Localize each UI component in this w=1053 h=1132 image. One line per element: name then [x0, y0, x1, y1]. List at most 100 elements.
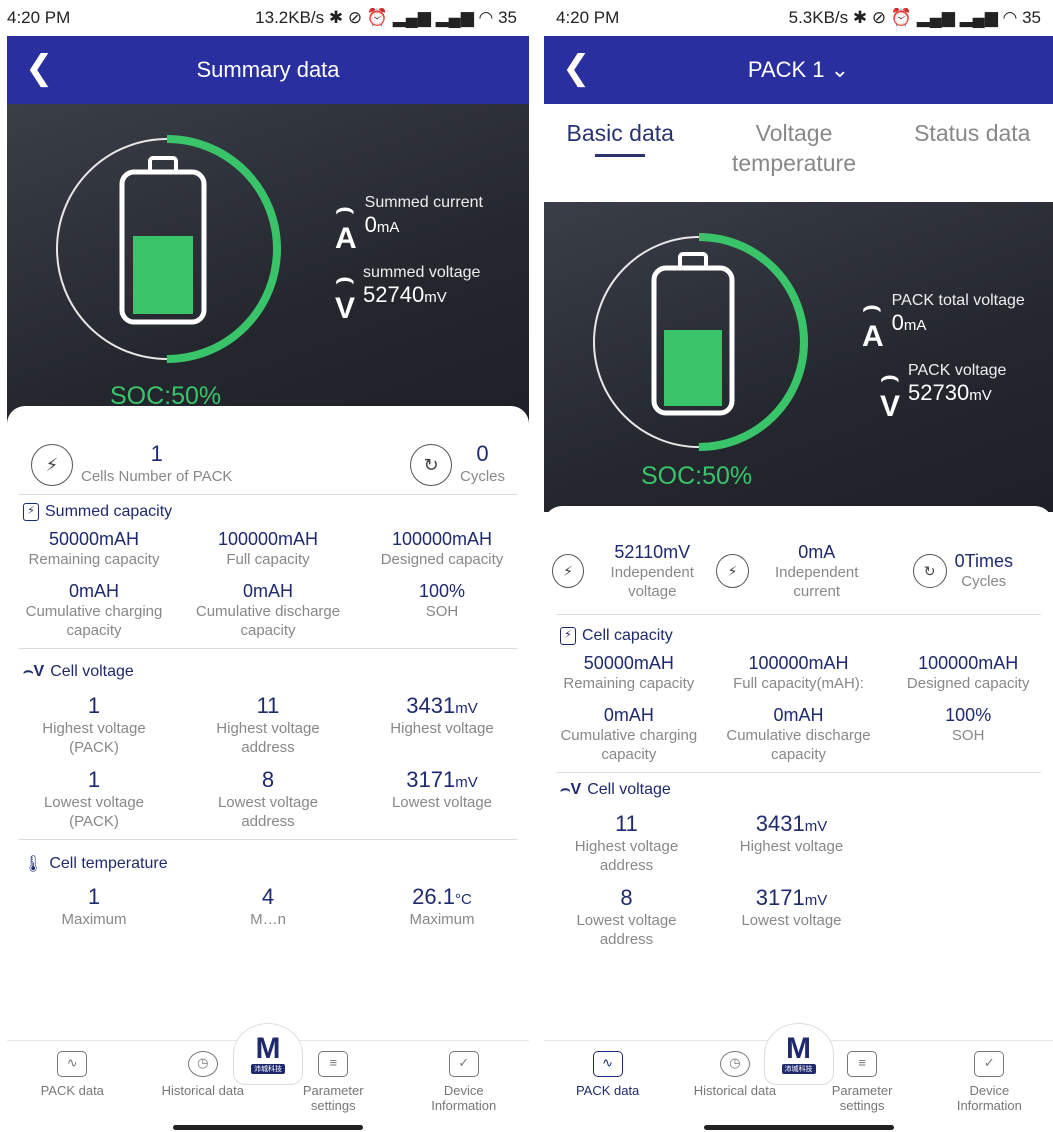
cap-value: 100000mAH — [748, 653, 849, 673]
cycles-label: Cycles — [459, 468, 505, 485]
tab-basic-data[interactable]: Basic data — [567, 118, 674, 157]
cap-label: SOH — [951, 727, 985, 744]
title-bar: ❮ PACK 1 ⌄ — [544, 36, 1053, 104]
voltage-bolt-icon: ⚡ — [552, 554, 585, 588]
cap-label: Cumulative discharge capacity — [195, 603, 341, 639]
battery-fill — [664, 330, 722, 406]
volt-value: 3431 — [755, 811, 805, 836]
top-value: 52110mV — [614, 541, 691, 562]
status-time: 4:20 PM — [556, 8, 620, 27]
cap-value: 0mAH — [242, 581, 293, 601]
volt-label: Highest voltage — [390, 720, 494, 737]
battery-cell-icon: ⚡ — [31, 444, 73, 486]
cap-value: 0mAH — [603, 705, 654, 725]
voltage-row-1: 11 Highest voltage address 3431mV Highest … — [544, 811, 874, 875]
battery-icon — [651, 252, 735, 416]
volt-value: 8 — [620, 885, 633, 910]
brand-logo-text: 沛城科技 — [251, 1064, 285, 1074]
nav-pack-data[interactable]: ∿ PACK data — [560, 1051, 656, 1098]
status-indicators: 5.3KB/s ✱ ⊘ ⏰ ▂▄▆ ▂▄▆ ◠ 35 — [788, 8, 1041, 27]
cycles-count: 0 — [476, 441, 489, 466]
current-icon: ⌢ A — [335, 192, 357, 255]
voltage-row-2: 8 Lowest voltage address 3171mV Lowest vol… — [544, 885, 874, 949]
volt-label: Highest voltage — [739, 838, 844, 855]
current-icon: ⌢ A — [862, 290, 884, 353]
nav-label: Parameter settings — [302, 1083, 364, 1113]
status-indicators: 13.2KB/s ✱ ⊘ ⏰ ▂▄▆ ▂▄▆ ◠ 35 — [255, 8, 517, 27]
section-label: Summed capacity — [45, 503, 173, 520]
cell-capacity-title: ⚡ Cell capacity — [544, 627, 1053, 645]
independent-row: ⚡ 52110mV Independent voltage ⚡ 0mA Independ… — [544, 506, 1053, 606]
volt-label: Highest voltage address — [574, 838, 679, 874]
cells-label: Cells Number of PACK — [81, 468, 233, 485]
capacity-row-1: 50000mAH Remaining capacity 100000mAH Full… — [7, 529, 529, 569]
metric-unit: mV — [424, 289, 447, 306]
bottom-nav: ∿ PACK data ◷ Historical data M 沛城科技 ≡ Param… — [544, 1023, 1053, 1132]
tab-bar: Basic data Voltage temperature Status da… — [544, 104, 1053, 202]
brand-logo-button[interactable]: M 沛城科技 — [233, 1023, 303, 1085]
cap-value: 0mAH — [773, 705, 824, 725]
temp-label: M…n — [250, 911, 286, 928]
cell-voltage-title: ⌢V Cell voltage — [7, 663, 529, 681]
cap-label: Full capacity — [226, 551, 310, 568]
back-icon[interactable]: ❮ — [562, 50, 591, 86]
section-label: Cell capacity — [582, 627, 673, 644]
metric-value: 0 — [891, 310, 904, 335]
tab-label: Voltage temperature — [732, 120, 857, 176]
settings-doc-icon: ≡ — [318, 1051, 349, 1077]
pulse-icon: ∿ — [592, 1051, 623, 1077]
volt-value: 3171 — [755, 885, 805, 910]
metric-unit: mV — [969, 387, 992, 404]
tab-label: Status data — [914, 120, 1031, 146]
volt-label: Lowest voltage address — [576, 912, 677, 948]
brand-logo-text: 沛城科技 — [781, 1064, 816, 1074]
home-indicator[interactable] — [173, 1125, 363, 1130]
divider — [19, 494, 517, 495]
volt-label: Lowest voltage — [741, 912, 842, 929]
tab-label: Basic data — [566, 120, 674, 146]
pack-selector[interactable]: PACK 1 ⌄ — [748, 57, 849, 83]
voltage-row-1: 1 Highest voltage (PACK) 11 Highest voltag… — [7, 693, 529, 757]
nav-device-information[interactable]: ✓ Device Information — [416, 1051, 512, 1113]
summary-screen: 4:20 PM 13.2KB/s ✱ ⊘ ⏰ ▂▄▆ ▂▄▆ ◠ 35 ❮ Su… — [7, 0, 529, 1132]
summed-voltage-metric: ⌢ V summed voltage 52740mV — [335, 264, 480, 324]
nav-pack-data[interactable]: ∿ PACK data — [24, 1051, 120, 1098]
temp-label: Maximum — [61, 911, 127, 928]
tab-voltage-temperature[interactable]: Voltage temperature — [719, 118, 869, 178]
top-value: 0Times — [954, 551, 1013, 571]
cap-label: SOH — [425, 603, 459, 620]
brand-logo-button[interactable]: M 沛城科技 — [763, 1023, 834, 1085]
clock-icon: ◷ — [719, 1051, 750, 1077]
volt-value: 3171 — [406, 767, 456, 792]
metric-value: 0 — [364, 212, 377, 237]
pack-screen: 4:20 PM 5.3KB/s ✱ ⊘ ⏰ ▂▄▆ ▂▄▆ ◠ 35 ❮ PAC… — [544, 0, 1053, 1132]
top-label: Independent current — [775, 563, 859, 600]
voltage-row-2: 1 Lowest voltage (PACK) 8 Lowest voltage a… — [7, 767, 529, 831]
title-bar: ❮ Summary data — [7, 36, 529, 104]
summary-card: ⚡ 1 Cells Number of PACK ↻ 0 Cycles ⚡ Sum… — [7, 406, 529, 929]
cap-label: Designed capacity — [906, 675, 1030, 692]
home-indicator[interactable] — [703, 1125, 894, 1130]
soc-label: SOC:50% — [641, 462, 753, 490]
pulse-icon: ∿ — [57, 1051, 88, 1077]
volt-unit: mV — [804, 892, 828, 909]
cap-value: 100000mAH — [217, 529, 319, 549]
cap-value: 50000mAH — [48, 529, 140, 549]
nav-label: PACK data — [40, 1083, 104, 1098]
metric-unit: mA — [376, 219, 400, 236]
divider — [19, 839, 517, 840]
cycles-icon: ↻ — [912, 554, 947, 588]
tab-status-data[interactable]: Status data — [914, 118, 1030, 148]
nav-device-information[interactable]: ✓ Device Information — [941, 1051, 1037, 1113]
cap-value: 50000mAH — [583, 653, 674, 673]
back-icon[interactable]: ❮ — [25, 50, 54, 86]
nav-label: Historical data — [161, 1083, 244, 1098]
pack-voltage-metric: ⌢ V PACK voltage 52730mV — [880, 362, 1006, 422]
cap-label: Full capacity(mAH): — [733, 675, 864, 692]
top-label: Independent voltage — [610, 563, 694, 600]
section-label: Cell voltage — [587, 781, 671, 798]
metric-label: Summed current — [364, 194, 483, 211]
cap-label: Designed capacity — [380, 551, 504, 568]
status-time: 4:20 PM — [7, 8, 71, 27]
voltage-small-icon: ⌢V — [560, 781, 582, 798]
